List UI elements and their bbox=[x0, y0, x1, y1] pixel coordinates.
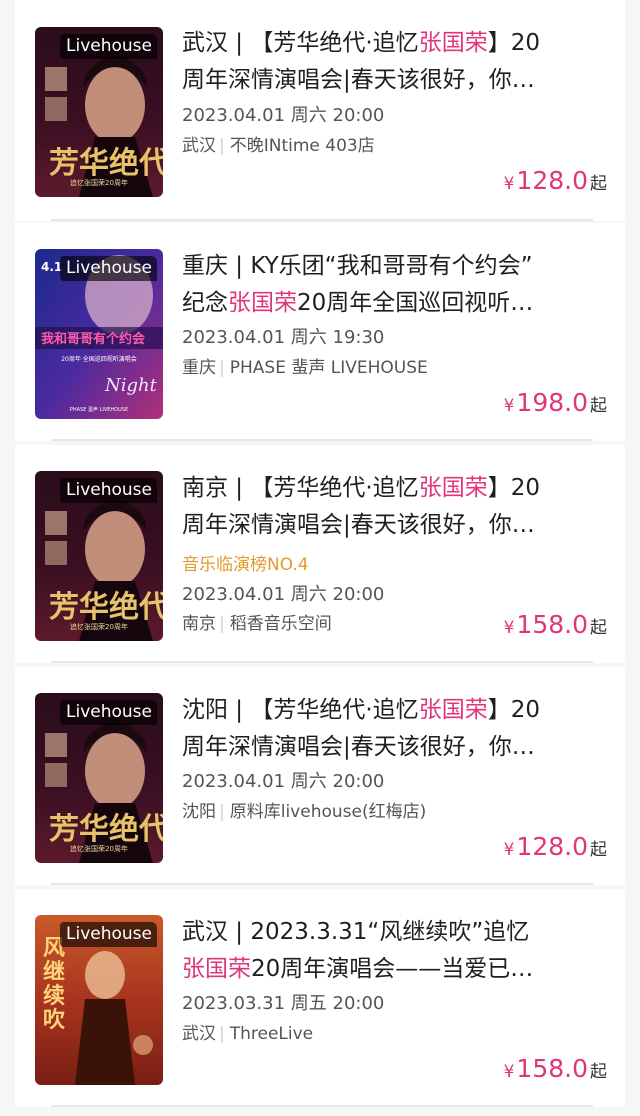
event-city: 南京 bbox=[182, 614, 216, 634]
venue-name: PHASE 蜚声 LIVEHOUSE bbox=[229, 358, 428, 378]
event-card[interactable]: 我和哥哥有个约会 20周年·全国巡回视听演唱会 Night PHASE 蜚声 L… bbox=[15, 223, 625, 441]
venue-name: 不晚INtime 403店 bbox=[229, 136, 375, 156]
divider bbox=[51, 219, 593, 221]
livehouse-badge: Livehouse bbox=[60, 478, 157, 503]
svg-text:芳华绝代: 芳华绝代 bbox=[49, 590, 163, 625]
title-line: 武汉 | 2023.3.31“风继续吹”追忆 bbox=[182, 919, 530, 945]
event-price: ¥158.0 起 bbox=[503, 610, 607, 639]
svg-text:Night: Night bbox=[104, 375, 158, 396]
title-line: 张国荣20周年演唱会——当爱已… bbox=[182, 956, 534, 982]
event-title[interactable]: 武汉 | 2023.3.31“风继续吹”追忆 张国荣20周年演唱会——当爱已… bbox=[182, 914, 612, 988]
event-price: ¥198.0 起 bbox=[503, 388, 607, 417]
poster-image[interactable]: 我和哥哥有个约会 20周年·全国巡回视听演唱会 Night PHASE 蜚声 L… bbox=[35, 249, 163, 419]
event-venue: 武汉 | ThreeLive bbox=[182, 1024, 314, 1044]
poster-image[interactable]: 芳华绝代 追忆张国荣20周年 Livehouse bbox=[35, 27, 163, 197]
venue-name: 稻香音乐空间 bbox=[229, 614, 332, 634]
svg-text:芳华绝代: 芳华绝代 bbox=[49, 146, 163, 181]
divider bbox=[51, 883, 593, 885]
event-venue: 武汉 | 不晚INtime 403店 bbox=[182, 136, 375, 156]
title-line: 周年深情演唱会|春天该很好，你… bbox=[182, 512, 535, 538]
event-city: 武汉 bbox=[182, 136, 216, 156]
title-line: 周年深情演唱会|春天该很好，你… bbox=[182, 734, 535, 760]
event-card[interactable]: 芳华绝代 追忆张国荣20周年 Livehouse 沈阳 | 【芳华绝代·追忆张国… bbox=[15, 667, 625, 885]
poster-image[interactable]: 风 继 续 吹 Livehouse bbox=[35, 915, 163, 1085]
event-price: ¥158.0 起 bbox=[503, 1054, 607, 1083]
event-date: 2023.04.01 周六 20:00 bbox=[182, 771, 385, 792]
event-title[interactable]: 武汉 | 【芳华绝代·追忆张国荣】20 周年深情演唱会|春天该很好，你… bbox=[182, 25, 612, 99]
event-venue: 沈阳 | 原料库livehouse(红梅店) bbox=[182, 802, 427, 822]
poster-image[interactable]: 芳华绝代 追忆张国荣20周年 Livehouse bbox=[35, 471, 163, 641]
svg-text:追忆张国荣20周年: 追忆张国荣20周年 bbox=[70, 622, 128, 631]
title-line: 纪念张国荣20周年全国巡回视听… bbox=[182, 290, 534, 316]
title-line: 重庆 | KY乐团“我和哥哥有个约会” bbox=[182, 253, 533, 279]
svg-text:芳华绝代: 芳华绝代 bbox=[49, 812, 163, 847]
divider bbox=[51, 1105, 593, 1107]
poster-image[interactable]: 芳华绝代 追忆张国荣20周年 Livehouse bbox=[35, 693, 163, 863]
event-title[interactable]: 重庆 | KY乐团“我和哥哥有个约会” 纪念张国荣20周年全国巡回视听… bbox=[182, 248, 612, 322]
event-date: 2023.03.31 周五 20:00 bbox=[182, 993, 385, 1014]
venue-name: ThreeLive bbox=[229, 1024, 314, 1044]
event-city: 重庆 bbox=[182, 358, 216, 378]
title-line: 南京 | 【芳华绝代·追忆张国荣】20 bbox=[182, 475, 540, 501]
event-card[interactable]: 风 继 续 吹 Livehouse 武汉 | 2023.3.31“风继续吹”追忆… bbox=[15, 889, 625, 1107]
event-card[interactable]: 芳华绝代 追忆张国荣20周年 Livehouse 南京 | 【芳华绝代·追忆张国… bbox=[15, 445, 625, 663]
event-price: ¥128.0 起 bbox=[503, 166, 607, 195]
event-price: ¥128.0 起 bbox=[503, 832, 607, 861]
livehouse-badge: Livehouse bbox=[60, 256, 157, 281]
livehouse-badge: Livehouse bbox=[60, 34, 157, 59]
livehouse-badge: Livehouse bbox=[60, 922, 157, 947]
event-venue: 南京 | 稻香音乐空间 bbox=[182, 614, 332, 634]
event-date: 2023.04.01 周六 19:30 bbox=[182, 327, 385, 348]
event-title[interactable]: 沈阳 | 【芳华绝代·追忆张国荣】20 周年深情演唱会|春天该很好，你… bbox=[182, 692, 612, 766]
livehouse-badge: Livehouse bbox=[60, 700, 157, 725]
event-date: 2023.04.01 周六 20:00 bbox=[182, 584, 385, 605]
svg-text:20周年·全国巡回视听演唱会: 20周年·全国巡回视听演唱会 bbox=[61, 355, 137, 363]
svg-text:我和哥哥有个约会: 我和哥哥有个约会 bbox=[41, 331, 146, 347]
svg-text:追忆张国荣20周年: 追忆张国荣20周年 bbox=[70, 844, 128, 853]
event-city: 沈阳 bbox=[182, 802, 216, 822]
ranking-tag[interactable]: 音乐临演榜NO.4 bbox=[182, 550, 309, 575]
event-card[interactable]: 芳华绝代 追忆张国荣20周年 Livehouse 武汉 | 【芳华绝代·追忆张国… bbox=[15, 0, 625, 221]
svg-text:续: 续 bbox=[43, 983, 65, 1009]
svg-text:继: 继 bbox=[43, 959, 65, 985]
event-title[interactable]: 南京 | 【芳华绝代·追忆张国荣】20 周年深情演唱会|春天该很好，你… bbox=[182, 470, 612, 544]
event-city: 武汉 bbox=[182, 1024, 216, 1044]
svg-text:PHASE 蜚声 LIVEHOUSE: PHASE 蜚声 LIVEHOUSE bbox=[70, 406, 128, 413]
venue-name: 原料库livehouse(红梅店) bbox=[229, 802, 427, 822]
title-line: 周年深情演唱会|春天该很好，你… bbox=[182, 67, 535, 93]
svg-text:吹: 吹 bbox=[43, 1007, 66, 1033]
divider bbox=[51, 661, 593, 663]
divider bbox=[51, 439, 593, 441]
svg-text:追忆张国荣20周年: 追忆张国荣20周年 bbox=[70, 178, 128, 187]
event-venue: 重庆 | PHASE 蜚声 LIVEHOUSE bbox=[182, 358, 428, 378]
title-line: 武汉 | 【芳华绝代·追忆张国荣】20 bbox=[182, 30, 540, 56]
title-line: 沈阳 | 【芳华绝代·追忆张国荣】20 bbox=[182, 697, 540, 723]
event-date: 2023.04.01 周六 20:00 bbox=[182, 105, 385, 126]
